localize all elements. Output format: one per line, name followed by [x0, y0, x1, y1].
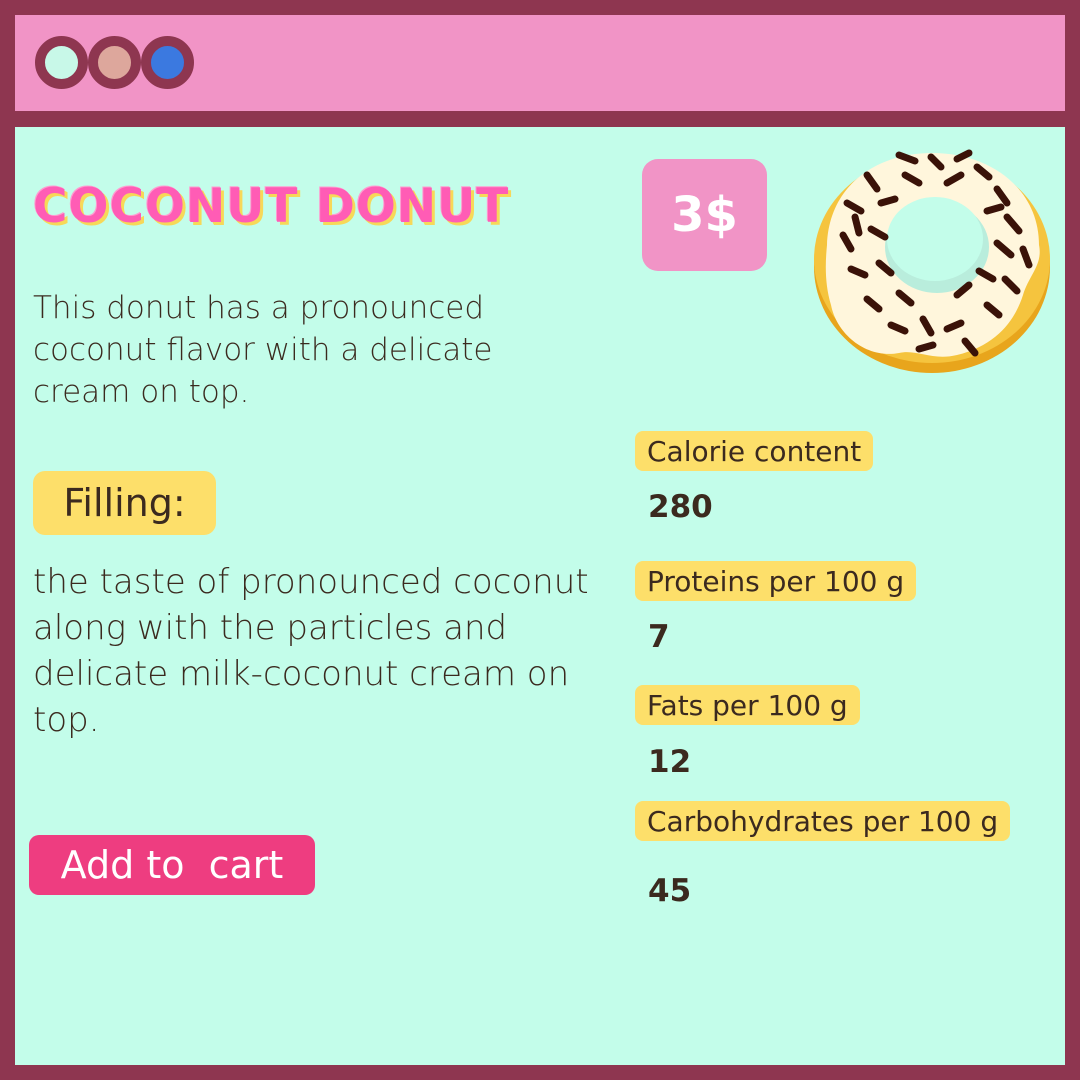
window-maximize-button[interactable]	[141, 36, 194, 89]
calories-label: Calorie content	[635, 431, 874, 471]
product-title: COCONUT DONUT	[33, 179, 510, 234]
calories-value: 280	[648, 489, 713, 525]
donut-icon	[814, 149, 1050, 373]
fats-label: Fats per 100 g	[635, 685, 860, 725]
proteins-value: 7	[648, 619, 670, 655]
product-card: COCONUT DONUT 3$ This donut has a pronou…	[15, 127, 1065, 1065]
price-badge: 3$	[642, 159, 767, 271]
product-description: This donut has a pronounced coconut flav…	[33, 290, 493, 410]
window-close-button[interactable]	[35, 36, 88, 89]
fats-value: 12	[648, 744, 692, 780]
filling-description: the taste of pronounced coconut along wi…	[33, 562, 589, 740]
window-minimize-button[interactable]	[88, 36, 141, 89]
add-to-cart-button[interactable]: Add to cart	[29, 835, 315, 895]
proteins-label: Proteins per 100 g	[635, 561, 917, 601]
window-titlebar	[15, 15, 1065, 111]
carbs-label: Carbohydrates per 100 g	[635, 801, 1011, 841]
filling-label: Filling:	[33, 471, 216, 535]
carbs-value: 45	[648, 873, 692, 909]
